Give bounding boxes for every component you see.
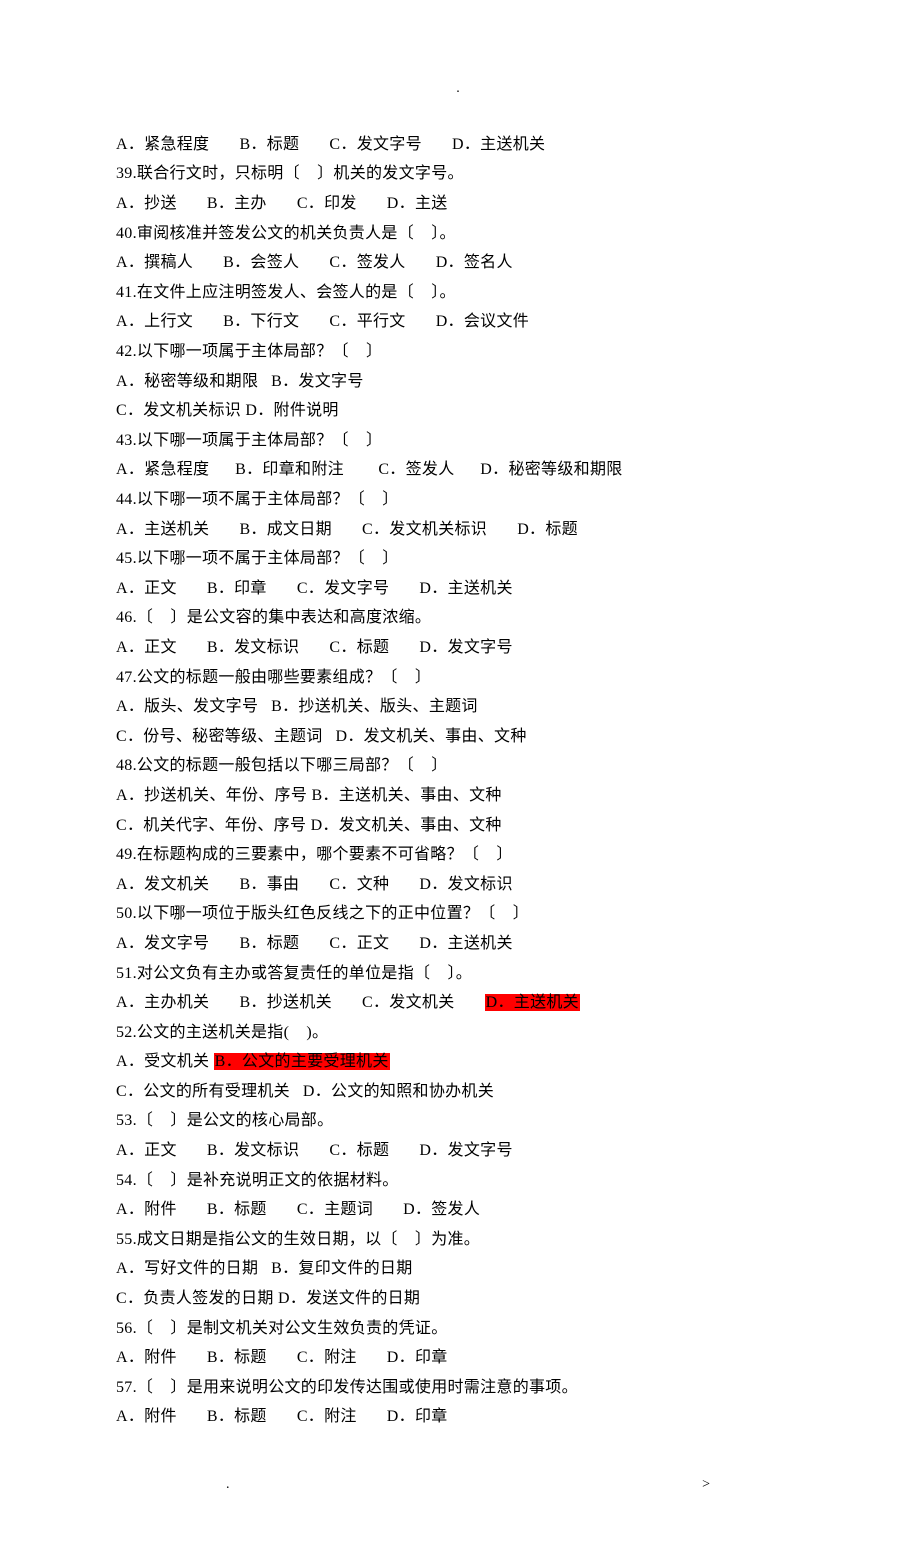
text-segment: 43.以下哪一项属于主体局部？〔 〕 <box>116 432 382 449</box>
text-line: 39.联合行文时，只标明〔 〕机关的发文字号。 <box>116 159 800 189</box>
text-segment: A．主送机关 B．成文日期 C．发文机关标识 D．标题 <box>116 521 578 538</box>
text-line: 51.对公文负有主办或答复责任的单位是指〔 〕。 <box>116 959 800 989</box>
text-line: A．版头、发文字号 B．抄送机关、版头、主题词 <box>116 692 800 722</box>
text-line: A．紧急程度 B．标题 C．发文字号 D．主送机关 <box>116 130 800 160</box>
text-line: C．份号、秘密等级、主题词 D．发文机关、事由、文种 <box>116 722 800 752</box>
text-segment: 49.在标题构成的三要素中，哪个要素不可省略？〔 〕 <box>116 846 513 863</box>
text-line: 52.公文的主送机关是指( )。 <box>116 1018 800 1048</box>
text-line: C．负责人签发的日期 D．发送文件的日期 <box>116 1284 800 1314</box>
text-segment: A．发文字号 B．标题 C．正文 D．主送机关 <box>116 935 513 952</box>
page-header-dot: . <box>116 76 800 102</box>
text-line: 56.〔 〕是制文机关对公文生效负责的凭证。 <box>116 1314 800 1344</box>
text-segment: 42.以下哪一项属于主体局部？〔 〕 <box>116 343 382 360</box>
text-line: 40.审阅核准并签发公文的机关负责人是〔 〕。 <box>116 219 800 249</box>
page-footer: . > <box>116 1472 800 1498</box>
text-line: C．发文机关标识 D．附件说明 <box>116 396 800 426</box>
text-line: A．主送机关 B．成文日期 C．发文机关标识 D．标题 <box>116 515 800 545</box>
text-line: A．正文 B．发文标识 C．标题 D．发文字号 <box>116 1136 800 1166</box>
text-segment: A．上行文 B．下行文 C．平行文 D．会议文件 <box>116 313 529 330</box>
text-segment: 45.以下哪一项不属于主体局部？〔 〕 <box>116 550 399 567</box>
text-line: 47.公文的标题一般由哪些要素组成？〔 〕 <box>116 663 800 693</box>
text-segment: 41.在文件上应注明签发人、会签人的是〔 〕。 <box>116 284 456 301</box>
text-line: C．公文的所有受理机关 D．公文的知照和协办机关 <box>116 1077 800 1107</box>
text-segment: 44.以下哪一项不属于主体局部？〔 〕 <box>116 491 399 508</box>
text-line: A．抄送机关、年份、序号 B．主送机关、事由、文种 <box>116 781 800 811</box>
text-line: A．上行文 B．下行文 C．平行文 D．会议文件 <box>116 307 800 337</box>
text-segment: A．正文 B．发文标识 C．标题 D．发文字号 <box>116 639 513 656</box>
text-segment: A．抄送 B．主办 C．印发 D．主送 <box>116 195 448 212</box>
text-line: 50.以下哪一项位于版头红色反线之下的正中位置？〔 〕 <box>116 899 800 929</box>
text-line: A．附件 B．标题 C．附注 D．印章 <box>116 1402 800 1432</box>
text-line: 48.公文的标题一般包括以下哪三局部？〔 〕 <box>116 751 800 781</box>
text-segment: 48.公文的标题一般包括以下哪三局部？〔 〕 <box>116 757 448 774</box>
text-segment: 51.对公文负有主办或答复责任的单位是指〔 〕。 <box>116 965 472 982</box>
text-line: 46.〔 〕是公文容的集中表达和高度浓缩。 <box>116 603 800 633</box>
text-line: 41.在文件上应注明签发人、会签人的是〔 〕。 <box>116 278 800 308</box>
text-segment: A．附件 B．标题 C．主题词 D．签发人 <box>116 1201 480 1218</box>
text-segment: 47.公文的标题一般由哪些要素组成？〔 〕 <box>116 669 431 686</box>
text-segment: A．撰稿人 B．会签人 C．签发人 D．签名人 <box>116 254 513 271</box>
text-segment: A．正文 B．发文标识 C．标题 D．发文字号 <box>116 1142 513 1159</box>
text-segment: 50.以下哪一项位于版头红色反线之下的正中位置？〔 〕 <box>116 905 529 922</box>
text-segment: 52.公文的主送机关是指( )。 <box>116 1024 328 1041</box>
text-segment: A．发文机关 B．事由 C．文种 D．发文标识 <box>116 876 513 893</box>
text-segment: A．写好文件的日期 B．复印文件的日期 <box>116 1260 413 1277</box>
text-line: A．正文 B．发文标识 C．标题 D．发文字号 <box>116 633 800 663</box>
text-line: A．发文机关 B．事由 C．文种 D．发文标识 <box>116 870 800 900</box>
document-body: A．紧急程度 B．标题 C．发文字号 D．主送机关 39.联合行文时，只标明〔 〕… <box>116 130 800 1432</box>
text-segment: 53.〔 〕是公文的核心局部。 <box>116 1112 333 1129</box>
text-line: A．紧急程度 B．印章和附注 C．签发人 D．秘密等级和期限 <box>116 455 800 485</box>
text-line: A．发文字号 B．标题 C．正文 D．主送机关 <box>116 929 800 959</box>
text-segment: A．附件 B．标题 C．附注 D．印章 <box>116 1408 448 1425</box>
text-segment: C．份号、秘密等级、主题词 D．发文机关、事由、文种 <box>116 728 527 745</box>
highlighted-answer: D．主送机关 <box>485 994 580 1011</box>
text-line: A．附件 B．标题 C．主题词 D．签发人 <box>116 1195 800 1225</box>
text-segment: A．附件 B．标题 C．附注 D．印章 <box>116 1349 448 1366</box>
text-segment: A．抄送机关、年份、序号 B．主送机关、事由、文种 <box>116 787 502 804</box>
text-segment: 54.〔 〕是补充说明正文的依据材料。 <box>116 1172 399 1189</box>
text-segment: A．受文机关 <box>116 1053 214 1070</box>
text-segment: A．紧急程度 B．标题 C．发文字号 D．主送机关 <box>116 136 545 153</box>
text-segment: 55.成文日期是指公文的生效日期，以〔 〕为准。 <box>116 1231 480 1248</box>
text-segment: A．秘密等级和期限 B．发文字号 <box>116 373 364 390</box>
text-line: 43.以下哪一项属于主体局部？〔 〕 <box>116 426 800 456</box>
text-line: A．附件 B．标题 C．附注 D．印章 <box>116 1343 800 1373</box>
text-line: A．撰稿人 B．会签人 C．签发人 D．签名人 <box>116 248 800 278</box>
text-line: 44.以下哪一项不属于主体局部？〔 〕 <box>116 485 800 515</box>
footer-right-mark: > <box>702 1472 710 1498</box>
text-line: C．机关代字、年份、序号 D．发文机关、事由、文种 <box>116 811 800 841</box>
text-segment: 39.联合行文时，只标明〔 〕机关的发文字号。 <box>116 165 464 182</box>
text-line: 55.成文日期是指公文的生效日期，以〔 〕为准。 <box>116 1225 800 1255</box>
text-line: 54.〔 〕是补充说明正文的依据材料。 <box>116 1166 800 1196</box>
footer-left-mark: . <box>226 1472 230 1498</box>
text-segment: 46.〔 〕是公文容的集中表达和高度浓缩。 <box>116 609 431 626</box>
text-segment: 56.〔 〕是制文机关对公文生效负责的凭证。 <box>116 1320 448 1337</box>
text-segment: C．发文机关标识 D．附件说明 <box>116 402 339 419</box>
text-segment: A．版头、发文字号 B．抄送机关、版头、主题词 <box>116 698 478 715</box>
text-line: 49.在标题构成的三要素中，哪个要素不可省略？〔 〕 <box>116 840 800 870</box>
text-segment: A．主办机关 B．抄送机关 C．发文机关 <box>116 994 485 1011</box>
text-line: 57.〔 〕是用来说明公文的印发传达围或使用时需注意的事项。 <box>116 1373 800 1403</box>
highlighted-answer: B．公文的主要受理机关 <box>214 1053 390 1070</box>
text-segment: A．正文 B．印章 C．发文字号 D．主送机关 <box>116 580 513 597</box>
text-segment: C．机关代字、年份、序号 D．发文机关、事由、文种 <box>116 817 502 834</box>
text-segment: A．紧急程度 B．印章和附注 C．签发人 D．秘密等级和期限 <box>116 461 623 478</box>
text-segment: 40.审阅核准并签发公文的机关负责人是〔 〕。 <box>116 225 456 242</box>
text-line: A．抄送 B．主办 C．印发 D．主送 <box>116 189 800 219</box>
text-segment: C．负责人签发的日期 D．发送文件的日期 <box>116 1290 420 1307</box>
text-segment: 57.〔 〕是用来说明公文的印发传达围或使用时需注意的事项。 <box>116 1379 578 1396</box>
text-line: 45.以下哪一项不属于主体局部？〔 〕 <box>116 544 800 574</box>
text-line: A．写好文件的日期 B．复印文件的日期 <box>116 1254 800 1284</box>
text-line: A．主办机关 B．抄送机关 C．发文机关 D．主送机关 <box>116 988 800 1018</box>
text-line: 53.〔 〕是公文的核心局部。 <box>116 1106 800 1136</box>
text-line: A．受文机关 B．公文的主要受理机关 <box>116 1047 800 1077</box>
text-line: A．秘密等级和期限 B．发文字号 <box>116 367 800 397</box>
text-line: 42.以下哪一项属于主体局部？〔 〕 <box>116 337 800 367</box>
text-segment: C．公文的所有受理机关 D．公文的知照和协办机关 <box>116 1083 494 1100</box>
text-line: A．正文 B．印章 C．发文字号 D．主送机关 <box>116 574 800 604</box>
